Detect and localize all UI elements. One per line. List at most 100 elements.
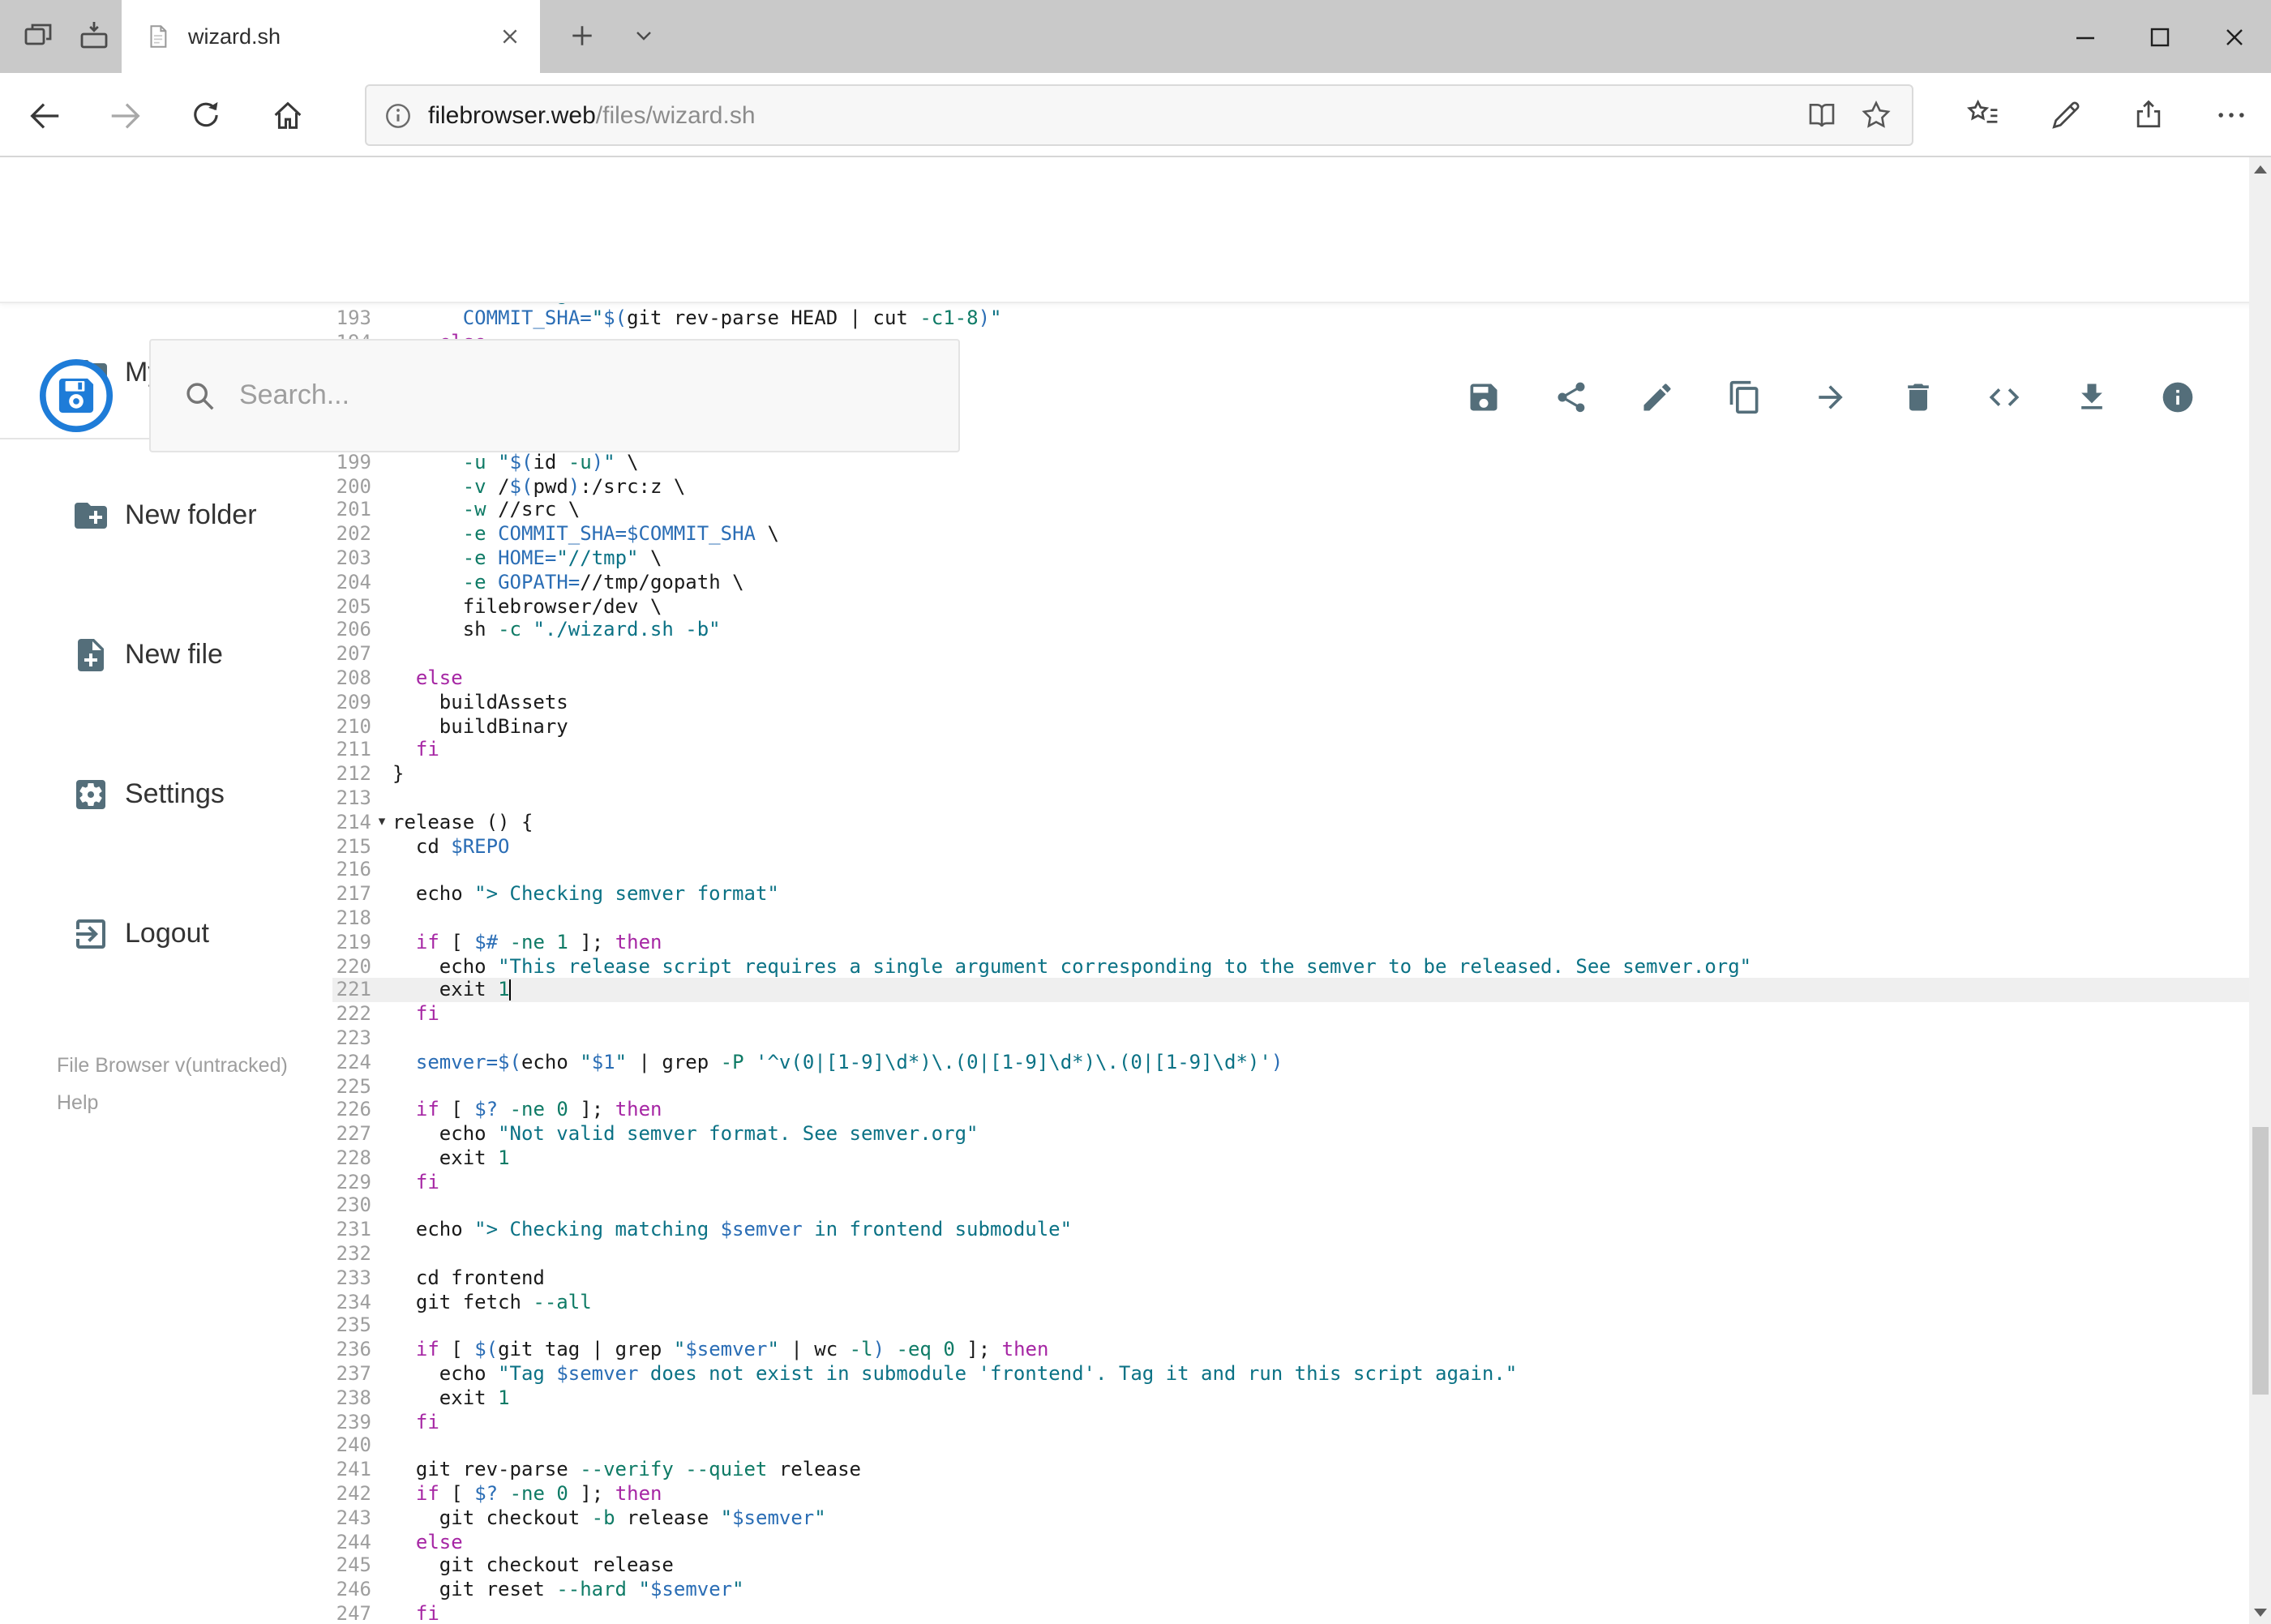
- scroll-down-arrow[interactable]: [2248, 1601, 2271, 1624]
- minimize-button[interactable]: [2047, 0, 2122, 73]
- more-button[interactable]: [2200, 84, 2262, 146]
- code-line[interactable]: 220 echo "This release script requires a…: [332, 954, 2248, 979]
- code-line[interactable]: 215 cd $REPO: [332, 834, 2248, 859]
- share-file-button[interactable]: [1552, 378, 1589, 415]
- delete-button[interactable]: [1899, 378, 1936, 415]
- sidebar-item-settings[interactable]: Settings: [0, 759, 332, 830]
- code-line[interactable]: 206 sh -c "./wizard.sh -b": [332, 619, 2248, 643]
- code-line[interactable]: 217 echo "> Checking semver format": [332, 882, 2248, 906]
- code-line[interactable]: 207: [332, 642, 2248, 666]
- search-box[interactable]: [148, 339, 959, 452]
- new-tab-button[interactable]: [559, 13, 605, 58]
- code-line[interactable]: 241 git rev-parse --verify --quiet relea…: [332, 1459, 2248, 1483]
- code-line[interactable]: 229 fi: [332, 1170, 2248, 1194]
- sidebar-item-new-file[interactable]: New file: [0, 619, 332, 691]
- code-line[interactable]: 242 if [ $? -ne 0 ]; then: [332, 1482, 2248, 1506]
- code-line[interactable]: 199 -u "$(id -u)" \: [332, 451, 2248, 475]
- reading-view-button[interactable]: [1802, 96, 1840, 135]
- code-line[interactable]: 240: [332, 1434, 2248, 1459]
- code-line[interactable]: 200 -v /$(pwd):/src:z \: [332, 474, 2248, 499]
- code-line[interactable]: 230: [332, 1194, 2248, 1219]
- code-line[interactable]: 193 COMMIT_SHA="$(git rev-parse HEAD | c…: [332, 306, 2248, 331]
- code-line[interactable]: 235: [332, 1314, 2248, 1339]
- code-line[interactable]: 246 git reset --hard "$semver": [332, 1578, 2248, 1602]
- code-line[interactable]: 234 git fetch --all: [332, 1290, 2248, 1314]
- rename-button[interactable]: [1639, 378, 1676, 415]
- code-line[interactable]: 238 exit 1: [332, 1386, 2248, 1411]
- code-line[interactable]: 225: [332, 1074, 2248, 1099]
- info-button[interactable]: [2159, 378, 2196, 415]
- code-line[interactable]: 231 echo "> Checking matching $semver in…: [332, 1219, 2248, 1243]
- code-line[interactable]: 239 fi: [332, 1410, 2248, 1434]
- forward-button[interactable]: [94, 84, 156, 146]
- back-button[interactable]: [13, 84, 75, 146]
- close-button[interactable]: [2196, 0, 2271, 73]
- page-scrollbar[interactable]: [2248, 157, 2271, 1624]
- scroll-up-arrow[interactable]: [2248, 157, 2271, 180]
- tab-preview-button[interactable]: [16, 13, 62, 58]
- code-line[interactable]: 233 cd frontend: [332, 1266, 2248, 1291]
- code-line[interactable]: 208 else: [332, 666, 2248, 691]
- hub-button[interactable]: [1952, 84, 2014, 146]
- maximize-button[interactable]: [2122, 0, 2196, 73]
- code-line[interactable]: 228 exit 1: [332, 1146, 2248, 1171]
- code-editor[interactable]: 192 if [ -d ".git" ]; then193 COMMIT_SHA…: [332, 302, 2248, 1624]
- download-button[interactable]: [2072, 378, 2110, 415]
- code-line[interactable]: 224 semver=$(echo "$1" | grep -P '^v(0|[…: [332, 1050, 2248, 1074]
- code-line[interactable]: 222 fi: [332, 1002, 2248, 1026]
- code-line[interactable]: 219 if [ $# -ne 1 ]; then: [332, 930, 2248, 954]
- code-line[interactable]: 223: [332, 1026, 2248, 1051]
- save-button[interactable]: [1465, 378, 1502, 415]
- code-line[interactable]: 205 filebrowser/dev \: [332, 594, 2248, 619]
- code-line[interactable]: 209 buildAssets: [332, 691, 2248, 715]
- help-link[interactable]: Help: [57, 1092, 332, 1112]
- code-line[interactable]: 202 -e COMMIT_SHA=$COMMIT_SHA \: [332, 522, 2248, 546]
- code-line[interactable]: 211 fi: [332, 739, 2248, 763]
- code-line[interactable]: 237 echo "Tag $semver does not exist in …: [332, 1362, 2248, 1386]
- code-line[interactable]: 216: [332, 859, 2248, 883]
- code-line[interactable]: 210 buildBinary: [332, 714, 2248, 739]
- code-line[interactable]: 212}: [332, 762, 2248, 786]
- code-line[interactable]: 214 ▾ release () {: [332, 810, 2248, 834]
- raw-code-button[interactable]: [1986, 378, 2023, 415]
- new-tab-icon: [572, 26, 592, 45]
- pen-icon: [2052, 101, 2080, 129]
- code-line[interactable]: 247 fi: [332, 1602, 2248, 1624]
- code-line[interactable]: 203 -e HOME="//tmp" \: [332, 546, 2248, 571]
- search-input[interactable]: [236, 378, 859, 413]
- url-text: filebrowser.web/files/wizard.sh: [428, 101, 1785, 129]
- move-button[interactable]: [1812, 378, 1849, 415]
- code-line[interactable]: 243 git checkout -b release "$semver": [332, 1506, 2248, 1531]
- code-line[interactable]: 232: [332, 1242, 2248, 1266]
- sidebar-item-new-folder[interactable]: New folder: [0, 480, 332, 551]
- sidebar-item-label: Logout: [125, 918, 209, 949]
- code-line[interactable]: 244 else: [332, 1530, 2248, 1554]
- tab-close-button[interactable]: [496, 23, 524, 50]
- code-line[interactable]: 213: [332, 786, 2248, 811]
- sidebar-item-label: New file: [125, 639, 223, 670]
- sidebar-item-logout[interactable]: Logout: [0, 898, 332, 970]
- code-line[interactable]: 221 exit 1: [332, 978, 2248, 1003]
- set-tabs-aside-button[interactable]: [71, 13, 117, 58]
- code-line[interactable]: 236 if [ $(git tag | grep "$semver" | wc…: [332, 1339, 2248, 1363]
- code-line[interactable]: 226 if [ $? -ne 0 ]; then: [332, 1099, 2248, 1123]
- arrow-forward-icon: [1819, 384, 1843, 409]
- refresh-button[interactable]: [175, 84, 237, 146]
- code-line[interactable]: 201 -w //src \: [332, 499, 2248, 523]
- app-logo[interactable]: [39, 358, 114, 433]
- tab-list-button[interactable]: [621, 13, 666, 58]
- fold-arrow-icon: ▾: [378, 813, 386, 830]
- home-button[interactable]: [256, 84, 318, 146]
- share-button[interactable]: [2118, 84, 2179, 146]
- browser-tab[interactable]: wizard.sh: [122, 0, 540, 73]
- add-favorite-button[interactable]: [1857, 96, 1896, 135]
- scrollbar-thumb[interactable]: [2252, 1127, 2268, 1395]
- window-controls: [2047, 0, 2271, 73]
- code-line[interactable]: 245 git checkout release: [332, 1554, 2248, 1579]
- code-line[interactable]: 204 -e GOPATH=//tmp/gopath \: [332, 571, 2248, 595]
- annotate-button[interactable]: [2035, 84, 2097, 146]
- address-bar[interactable]: filebrowser.web/files/wizard.sh: [365, 84, 1913, 146]
- code-line[interactable]: 218: [332, 906, 2248, 931]
- code-line[interactable]: 227 echo "Not valid semver format. See s…: [332, 1122, 2248, 1146]
- copy-button[interactable]: [1725, 378, 1763, 415]
